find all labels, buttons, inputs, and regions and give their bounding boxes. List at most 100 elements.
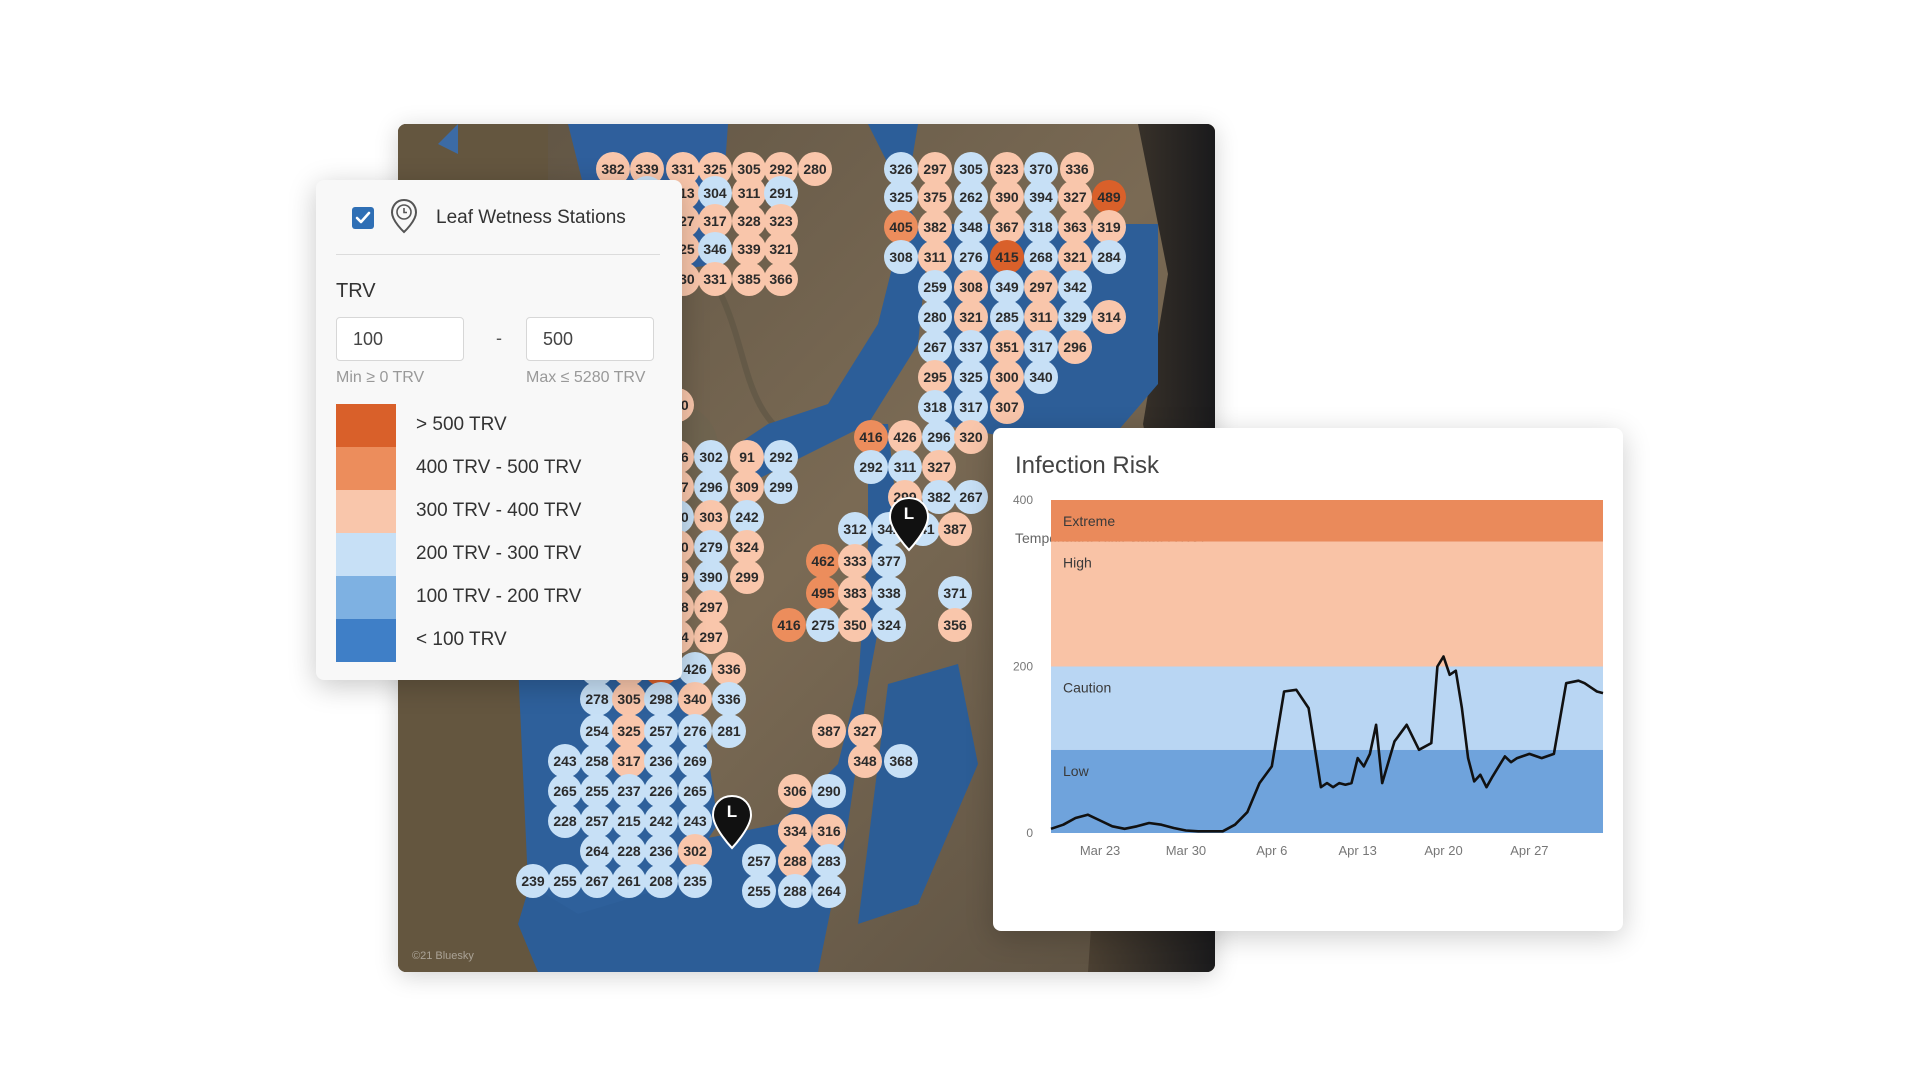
trv-marker[interactable]: 257 [644, 714, 678, 748]
trv-marker[interactable]: 336 [712, 652, 746, 686]
trv-marker[interactable]: 236 [644, 834, 678, 868]
trv-marker[interactable]: 318 [918, 390, 952, 424]
trv-marker[interactable]: 226 [644, 774, 678, 808]
trv-marker[interactable]: 254 [580, 714, 614, 748]
trv-marker[interactable]: 215 [612, 804, 646, 838]
trv-marker[interactable]: 267 [954, 480, 988, 514]
trv-marker[interactable]: 415 [990, 240, 1024, 274]
trv-marker[interactable]: 338 [872, 576, 906, 610]
trv-marker[interactable]: 340 [678, 682, 712, 716]
trv-marker[interactable]: 339 [732, 232, 766, 266]
trv-marker[interactable]: 276 [954, 240, 988, 274]
trv-marker[interactable]: 236 [644, 744, 678, 778]
trv-marker[interactable]: 259 [918, 270, 952, 304]
trv-marker[interactable]: 299 [730, 560, 764, 594]
trv-marker[interactable]: 350 [838, 608, 872, 642]
trv-marker[interactable]: 257 [580, 804, 614, 838]
trv-marker[interactable]: 261 [612, 864, 646, 898]
trv-marker[interactable]: 268 [1024, 240, 1058, 274]
trv-marker[interactable]: 255 [742, 874, 776, 908]
station-pin[interactable]: L [888, 496, 930, 552]
trv-marker[interactable]: 285 [990, 300, 1024, 334]
trv-marker[interactable]: 348 [954, 210, 988, 244]
trv-marker[interactable]: 317 [954, 390, 988, 424]
max-trv-input[interactable] [526, 317, 654, 361]
trv-marker[interactable]: 208 [644, 864, 678, 898]
trv-marker[interactable]: 308 [884, 240, 918, 274]
trv-marker[interactable]: 331 [698, 262, 732, 296]
trv-marker[interactable]: 288 [778, 844, 812, 878]
trv-marker[interactable]: 340 [1024, 360, 1058, 394]
trv-marker[interactable]: 228 [548, 804, 582, 838]
trv-marker[interactable]: 366 [764, 262, 798, 296]
trv-marker[interactable]: 311 [918, 240, 952, 274]
trv-marker[interactable]: 329 [1058, 300, 1092, 334]
trv-marker[interactable]: 281 [712, 714, 746, 748]
trv-marker[interactable]: 278 [580, 682, 614, 716]
trv-marker[interactable]: 267 [580, 864, 614, 898]
trv-marker[interactable]: 390 [990, 180, 1024, 214]
trv-marker[interactable]: 264 [580, 834, 614, 868]
trv-marker[interactable]: 264 [812, 874, 846, 908]
trv-marker[interactable]: 333 [838, 544, 872, 578]
trv-marker[interactable]: 306 [778, 774, 812, 808]
trv-marker[interactable]: 363 [1058, 210, 1092, 244]
trv-marker[interactable]: 321 [954, 300, 988, 334]
trv-marker[interactable]: 317 [612, 744, 646, 778]
trv-marker[interactable]: 262 [954, 180, 988, 214]
trv-marker[interactable]: 325 [612, 714, 646, 748]
trv-marker[interactable]: 382 [918, 210, 952, 244]
trv-marker[interactable]: 292 [854, 450, 888, 484]
trv-marker[interactable]: 296 [922, 420, 956, 454]
trv-marker[interactable]: 327 [1058, 180, 1092, 214]
trv-marker[interactable]: 321 [1058, 240, 1092, 274]
layer-checkbox[interactable] [352, 207, 374, 229]
trv-marker[interactable]: 228 [612, 834, 646, 868]
trv-marker[interactable]: 462 [806, 544, 840, 578]
trv-marker[interactable]: 303 [694, 500, 728, 534]
trv-marker[interactable]: 242 [644, 804, 678, 838]
trv-marker[interactable]: 265 [548, 774, 582, 808]
trv-marker[interactable]: 302 [678, 834, 712, 868]
trv-marker[interactable]: 308 [954, 270, 988, 304]
trv-marker[interactable]: 336 [712, 682, 746, 716]
trv-marker[interactable]: 324 [872, 608, 906, 642]
trv-marker[interactable]: 258 [580, 744, 614, 778]
trv-marker[interactable]: 297 [694, 590, 728, 624]
trv-marker[interactable]: 311 [1024, 300, 1058, 334]
trv-marker[interactable]: 284 [1092, 240, 1126, 274]
trv-marker[interactable]: 243 [548, 744, 582, 778]
trv-marker[interactable]: 290 [812, 774, 846, 808]
trv-marker[interactable]: 334 [778, 814, 812, 848]
trv-marker[interactable]: 302 [694, 440, 728, 474]
layer-toggle-row[interactable]: Leaf Wetness Stations [352, 198, 626, 236]
min-trv-input[interactable] [336, 317, 464, 361]
trv-marker[interactable]: 295 [918, 360, 952, 394]
trv-marker[interactable]: 327 [848, 714, 882, 748]
trv-marker[interactable]: 390 [694, 560, 728, 594]
trv-marker[interactable]: 368 [884, 744, 918, 778]
trv-marker[interactable]: 296 [1058, 330, 1092, 364]
trv-marker[interactable]: 299 [764, 470, 798, 504]
trv-marker[interactable]: 275 [806, 608, 840, 642]
trv-marker[interactable]: 91 [730, 440, 764, 474]
trv-marker[interactable]: 297 [694, 620, 728, 654]
trv-marker[interactable]: 265 [678, 774, 712, 808]
trv-marker[interactable]: 316 [812, 814, 846, 848]
trv-marker[interactable]: 416 [854, 420, 888, 454]
trv-marker[interactable]: 296 [694, 470, 728, 504]
trv-marker[interactable]: 356 [938, 608, 972, 642]
trv-marker[interactable]: 239 [516, 864, 550, 898]
trv-marker[interactable]: 426 [888, 420, 922, 454]
trv-marker[interactable]: 307 [990, 390, 1024, 424]
trv-marker[interactable]: 325 [954, 360, 988, 394]
trv-marker[interactable]: 280 [918, 300, 952, 334]
trv-marker[interactable]: 405 [884, 210, 918, 244]
trv-marker[interactable]: 325 [884, 180, 918, 214]
trv-marker[interactable]: 283 [812, 844, 846, 878]
trv-marker[interactable]: 276 [678, 714, 712, 748]
trv-marker[interactable]: 324 [730, 530, 764, 564]
trv-marker[interactable]: 288 [778, 874, 812, 908]
trv-marker[interactable]: 319 [1092, 210, 1126, 244]
trv-marker[interactable]: 351 [990, 330, 1024, 364]
